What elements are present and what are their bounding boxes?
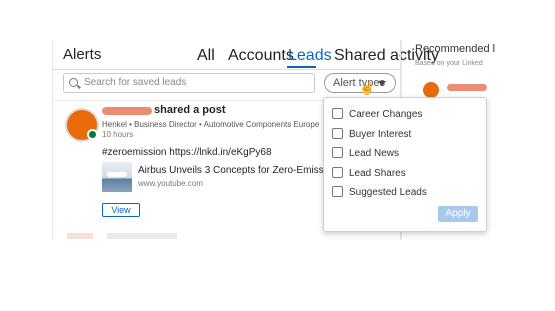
active-tab-indicator	[287, 66, 316, 68]
page-title: Alerts	[63, 46, 102, 63]
search-placeholder: Search for saved leads	[84, 77, 187, 88]
tab-accounts[interactable]: Accounts	[228, 47, 294, 65]
caret-down-icon	[378, 81, 386, 86]
search-icon	[69, 78, 78, 87]
alerts-header: Alerts All Accounts Leads Shared activit…	[53, 40, 439, 70]
checkbox[interactable]	[332, 128, 343, 139]
redacted-name	[447, 84, 487, 91]
next-list-item	[67, 233, 327, 239]
post-action: shared a post	[154, 104, 226, 116]
post-subline: Henkel • Business Director • Automotive …	[102, 120, 320, 129]
post-text[interactable]: #zeroemission https://lnkd.in/eKgPy68	[102, 147, 272, 158]
checkbox[interactable]	[332, 186, 343, 197]
pointer-cursor-icon: ☝	[359, 80, 376, 95]
video-thumbnail	[102, 162, 132, 192]
tab-leads[interactable]: Leads	[288, 47, 332, 65]
checkbox[interactable]	[332, 108, 343, 119]
recommended-subtitle: Based on your Linked	[415, 60, 483, 67]
checkbox[interactable]	[332, 147, 343, 158]
search-input[interactable]: Search for saved leads	[63, 73, 315, 93]
avatar[interactable]	[423, 82, 439, 98]
recommended-title: Recommended l	[415, 43, 496, 55]
link-preview-card[interactable]: Airbus Unveils 3 Concepts for Zero-Emiss…	[102, 162, 361, 192]
alert-types-menu: Career Changes Buyer Interest Lead News …	[323, 97, 487, 232]
post-time: 10 hours	[102, 130, 134, 139]
checkbox[interactable]	[332, 167, 343, 178]
redacted-name	[102, 107, 152, 115]
apply-button[interactable]: Apply	[438, 206, 478, 222]
online-status-icon	[87, 129, 98, 140]
view-button[interactable]: View	[102, 203, 140, 217]
link-domain: www.youtube.com	[138, 179, 203, 188]
tab-all[interactable]: All	[197, 47, 215, 65]
